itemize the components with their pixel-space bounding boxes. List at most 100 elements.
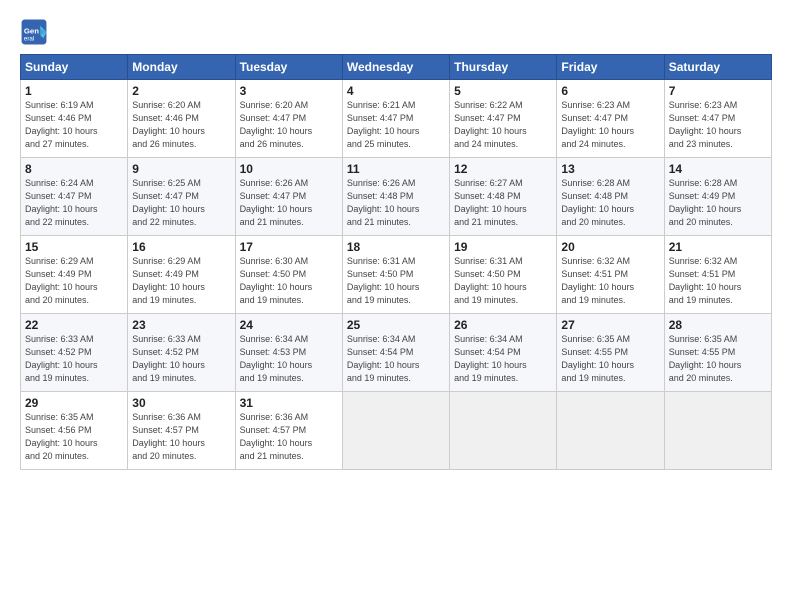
day-detail: Sunrise: 6:30 AM Sunset: 4:50 PM Dayligh… bbox=[240, 255, 338, 307]
calendar-cell: 25Sunrise: 6:34 AM Sunset: 4:54 PM Dayli… bbox=[342, 314, 449, 392]
calendar-cell: 28Sunrise: 6:35 AM Sunset: 4:55 PM Dayli… bbox=[664, 314, 771, 392]
calendar-cell: 6Sunrise: 6:23 AM Sunset: 4:47 PM Daylig… bbox=[557, 80, 664, 158]
page-header: Gen eral bbox=[20, 18, 772, 46]
day-detail: Sunrise: 6:36 AM Sunset: 4:57 PM Dayligh… bbox=[240, 411, 338, 463]
day-number: 27 bbox=[561, 318, 659, 332]
day-number: 23 bbox=[132, 318, 230, 332]
day-detail: Sunrise: 6:34 AM Sunset: 4:54 PM Dayligh… bbox=[347, 333, 445, 385]
day-detail: Sunrise: 6:28 AM Sunset: 4:49 PM Dayligh… bbox=[669, 177, 767, 229]
day-number: 25 bbox=[347, 318, 445, 332]
calendar-cell: 24Sunrise: 6:34 AM Sunset: 4:53 PM Dayli… bbox=[235, 314, 342, 392]
calendar-cell: 14Sunrise: 6:28 AM Sunset: 4:49 PM Dayli… bbox=[664, 158, 771, 236]
day-number: 8 bbox=[25, 162, 123, 176]
day-detail: Sunrise: 6:35 AM Sunset: 4:56 PM Dayligh… bbox=[25, 411, 123, 463]
calendar-week-row: 15Sunrise: 6:29 AM Sunset: 4:49 PM Dayli… bbox=[21, 236, 772, 314]
calendar-week-row: 22Sunrise: 6:33 AM Sunset: 4:52 PM Dayli… bbox=[21, 314, 772, 392]
day-number: 22 bbox=[25, 318, 123, 332]
calendar-cell: 8Sunrise: 6:24 AM Sunset: 4:47 PM Daylig… bbox=[21, 158, 128, 236]
day-detail: Sunrise: 6:29 AM Sunset: 4:49 PM Dayligh… bbox=[25, 255, 123, 307]
calendar-cell: 10Sunrise: 6:26 AM Sunset: 4:47 PM Dayli… bbox=[235, 158, 342, 236]
calendar-table: SundayMondayTuesdayWednesdayThursdayFrid… bbox=[20, 54, 772, 470]
calendar-cell: 31Sunrise: 6:36 AM Sunset: 4:57 PM Dayli… bbox=[235, 392, 342, 470]
calendar-cell: 3Sunrise: 6:20 AM Sunset: 4:47 PM Daylig… bbox=[235, 80, 342, 158]
calendar-cell bbox=[557, 392, 664, 470]
calendar-cell: 19Sunrise: 6:31 AM Sunset: 4:50 PM Dayli… bbox=[450, 236, 557, 314]
day-detail: Sunrise: 6:33 AM Sunset: 4:52 PM Dayligh… bbox=[132, 333, 230, 385]
calendar-cell: 9Sunrise: 6:25 AM Sunset: 4:47 PM Daylig… bbox=[128, 158, 235, 236]
calendar-cell: 11Sunrise: 6:26 AM Sunset: 4:48 PM Dayli… bbox=[342, 158, 449, 236]
day-number: 11 bbox=[347, 162, 445, 176]
day-detail: Sunrise: 6:31 AM Sunset: 4:50 PM Dayligh… bbox=[347, 255, 445, 307]
calendar-cell: 18Sunrise: 6:31 AM Sunset: 4:50 PM Dayli… bbox=[342, 236, 449, 314]
calendar-cell: 20Sunrise: 6:32 AM Sunset: 4:51 PM Dayli… bbox=[557, 236, 664, 314]
day-number: 24 bbox=[240, 318, 338, 332]
day-detail: Sunrise: 6:26 AM Sunset: 4:48 PM Dayligh… bbox=[347, 177, 445, 229]
day-detail: Sunrise: 6:25 AM Sunset: 4:47 PM Dayligh… bbox=[132, 177, 230, 229]
day-number: 10 bbox=[240, 162, 338, 176]
day-detail: Sunrise: 6:29 AM Sunset: 4:49 PM Dayligh… bbox=[132, 255, 230, 307]
calendar-week-row: 8Sunrise: 6:24 AM Sunset: 4:47 PM Daylig… bbox=[21, 158, 772, 236]
day-number: 12 bbox=[454, 162, 552, 176]
day-detail: Sunrise: 6:32 AM Sunset: 4:51 PM Dayligh… bbox=[561, 255, 659, 307]
calendar-day-header: Friday bbox=[557, 55, 664, 80]
day-number: 18 bbox=[347, 240, 445, 254]
day-number: 13 bbox=[561, 162, 659, 176]
day-detail: Sunrise: 6:24 AM Sunset: 4:47 PM Dayligh… bbox=[25, 177, 123, 229]
calendar-week-row: 1Sunrise: 6:19 AM Sunset: 4:46 PM Daylig… bbox=[21, 80, 772, 158]
day-detail: Sunrise: 6:26 AM Sunset: 4:47 PM Dayligh… bbox=[240, 177, 338, 229]
calendar-cell: 26Sunrise: 6:34 AM Sunset: 4:54 PM Dayli… bbox=[450, 314, 557, 392]
day-detail: Sunrise: 6:31 AM Sunset: 4:50 PM Dayligh… bbox=[454, 255, 552, 307]
calendar-day-header: Thursday bbox=[450, 55, 557, 80]
day-detail: Sunrise: 6:28 AM Sunset: 4:48 PM Dayligh… bbox=[561, 177, 659, 229]
calendar-day-header: Monday bbox=[128, 55, 235, 80]
day-number: 16 bbox=[132, 240, 230, 254]
day-number: 28 bbox=[669, 318, 767, 332]
day-number: 17 bbox=[240, 240, 338, 254]
day-number: 4 bbox=[347, 84, 445, 98]
day-detail: Sunrise: 6:33 AM Sunset: 4:52 PM Dayligh… bbox=[25, 333, 123, 385]
day-detail: Sunrise: 6:34 AM Sunset: 4:54 PM Dayligh… bbox=[454, 333, 552, 385]
day-number: 29 bbox=[25, 396, 123, 410]
logo: Gen eral bbox=[20, 18, 51, 46]
day-number: 3 bbox=[240, 84, 338, 98]
day-number: 6 bbox=[561, 84, 659, 98]
day-detail: Sunrise: 6:19 AM Sunset: 4:46 PM Dayligh… bbox=[25, 99, 123, 151]
calendar-cell bbox=[664, 392, 771, 470]
day-detail: Sunrise: 6:20 AM Sunset: 4:46 PM Dayligh… bbox=[132, 99, 230, 151]
day-detail: Sunrise: 6:35 AM Sunset: 4:55 PM Dayligh… bbox=[669, 333, 767, 385]
calendar-cell: 30Sunrise: 6:36 AM Sunset: 4:57 PM Dayli… bbox=[128, 392, 235, 470]
day-detail: Sunrise: 6:35 AM Sunset: 4:55 PM Dayligh… bbox=[561, 333, 659, 385]
calendar-cell: 22Sunrise: 6:33 AM Sunset: 4:52 PM Dayli… bbox=[21, 314, 128, 392]
day-number: 30 bbox=[132, 396, 230, 410]
day-detail: Sunrise: 6:27 AM Sunset: 4:48 PM Dayligh… bbox=[454, 177, 552, 229]
day-number: 9 bbox=[132, 162, 230, 176]
calendar-day-header: Sunday bbox=[21, 55, 128, 80]
day-number: 1 bbox=[25, 84, 123, 98]
day-number: 7 bbox=[669, 84, 767, 98]
calendar-day-header: Tuesday bbox=[235, 55, 342, 80]
calendar-cell: 5Sunrise: 6:22 AM Sunset: 4:47 PM Daylig… bbox=[450, 80, 557, 158]
calendar-cell: 15Sunrise: 6:29 AM Sunset: 4:49 PM Dayli… bbox=[21, 236, 128, 314]
calendar-cell: 12Sunrise: 6:27 AM Sunset: 4:48 PM Dayli… bbox=[450, 158, 557, 236]
calendar-cell bbox=[342, 392, 449, 470]
calendar-cell: 17Sunrise: 6:30 AM Sunset: 4:50 PM Dayli… bbox=[235, 236, 342, 314]
day-number: 2 bbox=[132, 84, 230, 98]
day-number: 31 bbox=[240, 396, 338, 410]
calendar-cell: 29Sunrise: 6:35 AM Sunset: 4:56 PM Dayli… bbox=[21, 392, 128, 470]
day-detail: Sunrise: 6:23 AM Sunset: 4:47 PM Dayligh… bbox=[669, 99, 767, 151]
day-number: 14 bbox=[669, 162, 767, 176]
calendar-cell: 4Sunrise: 6:21 AM Sunset: 4:47 PM Daylig… bbox=[342, 80, 449, 158]
logo-icon: Gen eral bbox=[20, 18, 48, 46]
calendar-cell: 13Sunrise: 6:28 AM Sunset: 4:48 PM Dayli… bbox=[557, 158, 664, 236]
day-detail: Sunrise: 6:20 AM Sunset: 4:47 PM Dayligh… bbox=[240, 99, 338, 151]
svg-text:eral: eral bbox=[24, 36, 34, 43]
calendar-header-row: SundayMondayTuesdayWednesdayThursdayFrid… bbox=[21, 55, 772, 80]
day-number: 20 bbox=[561, 240, 659, 254]
day-number: 5 bbox=[454, 84, 552, 98]
calendar-week-row: 29Sunrise: 6:35 AM Sunset: 4:56 PM Dayli… bbox=[21, 392, 772, 470]
day-number: 15 bbox=[25, 240, 123, 254]
calendar-day-header: Saturday bbox=[664, 55, 771, 80]
day-detail: Sunrise: 6:21 AM Sunset: 4:47 PM Dayligh… bbox=[347, 99, 445, 151]
day-number: 19 bbox=[454, 240, 552, 254]
day-number: 21 bbox=[669, 240, 767, 254]
